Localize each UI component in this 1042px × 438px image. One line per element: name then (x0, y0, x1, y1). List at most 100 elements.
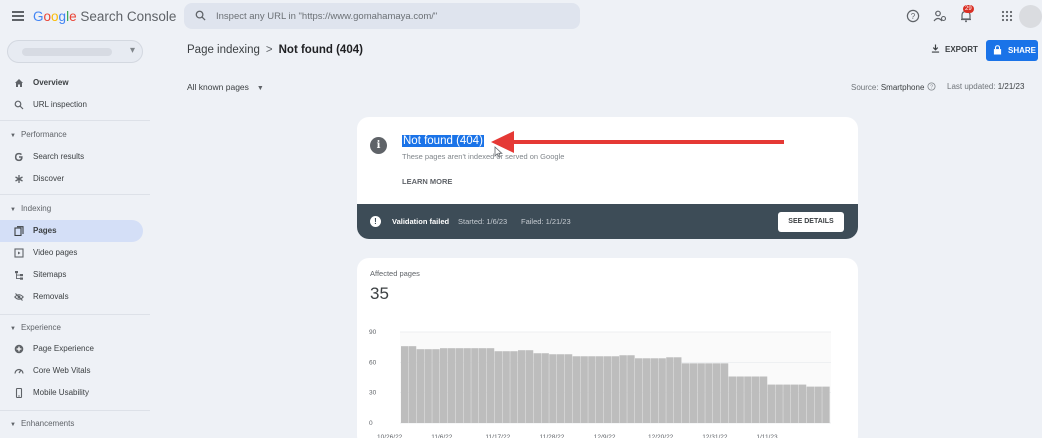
chart-bar (627, 355, 635, 423)
sidebar-item-label: Page Experience (33, 344, 94, 353)
chart-bar (440, 348, 448, 423)
see-details-button[interactable]: SEE DETAILS (778, 212, 844, 232)
chart-bar (783, 384, 791, 423)
google-g-icon (14, 152, 23, 162)
lock-icon (993, 45, 1002, 55)
sidebar-item-label: Removals (33, 292, 69, 301)
sidebar-divider (0, 314, 150, 315)
url-inspect-search[interactable] (184, 3, 580, 29)
validation-status: Validation failed (392, 217, 450, 226)
chart-bar (767, 384, 776, 423)
section-indexing[interactable]: ▼ Indexing (10, 204, 51, 213)
help-icon[interactable]: ? (927, 82, 936, 91)
home-icon (15, 79, 23, 87)
notification-badge: 29 (963, 5, 974, 13)
menu-icon[interactable] (12, 11, 24, 21)
chart-bar (401, 346, 409, 423)
section-experience[interactable]: ▼ Experience (10, 323, 61, 332)
video-page-icon (14, 248, 24, 258)
chart-bar (814, 386, 822, 423)
svg-text:?: ? (930, 85, 933, 91)
filter-selected: All known pages (187, 82, 249, 92)
sidebar-item-pages[interactable]: Pages (0, 220, 143, 242)
chart-x-tick-label: 11/6/22 (431, 434, 453, 438)
chart-bar (658, 358, 666, 423)
property-name-redacted (22, 48, 112, 56)
updated-value: 1/21/23 (997, 82, 1025, 91)
chart-y-tick-label: 90 (369, 329, 377, 336)
sidebar-item-label: Search results (33, 152, 85, 161)
chart-y-tick-label: 60 (369, 359, 377, 366)
chart-x-tick-label: 10/26/22 (377, 434, 403, 438)
share-button[interactable]: SHARE (986, 40, 1038, 61)
breadcrumb-parent[interactable]: Page indexing (187, 44, 260, 56)
svg-text:?: ? (911, 12, 916, 21)
chart-bar (494, 351, 503, 423)
pages-filter-dropdown[interactable]: All known pages ▼ (187, 82, 264, 92)
sidebar-item-label: Discover (33, 174, 65, 183)
sidebar-item-label: Sitemaps (33, 270, 67, 279)
breadcrumb: Page indexing > Not found (404) (187, 44, 363, 56)
affected-pages-card: Affected pages 35 90 60 30 0 10/26/22 11/6/22… (357, 258, 858, 438)
section-title: Enhancements (20, 419, 75, 428)
source-info: Source: Smartphone ? (851, 82, 936, 92)
source-label: Source: (851, 83, 879, 92)
help-icon[interactable]: ? (906, 9, 920, 23)
affected-pages-chart: 90 60 30 0 10/26/22 11/6/22 11/17/22 11/28/22 12… (369, 329, 831, 438)
app-logo[interactable]: Google Search Console (33, 9, 176, 24)
validation-failed-date: Failed: 1/21/23 (521, 217, 571, 226)
sidebar-item-label: Mobile Usability (33, 388, 90, 397)
phone-icon (15, 388, 23, 398)
issue-title: Not found (404) (402, 135, 484, 147)
sidebar-item-url-inspection[interactable]: URL inspection (0, 94, 143, 116)
sidebar-item-label: Overview (33, 78, 69, 87)
sidebar-item-video-pages[interactable]: Video pages (0, 242, 143, 264)
chart-bar (432, 349, 440, 423)
chart-bar (642, 358, 651, 423)
sidebar-item-core-web-vitals[interactable]: Core Web Vitals (0, 360, 143, 382)
source-value: Smartphone (880, 83, 925, 92)
sidebar-divider (0, 120, 150, 121)
chart-y-tick-label: 30 (369, 390, 377, 397)
chart-bar (518, 350, 526, 423)
chart-x-tick-label: 11/17/22 (485, 434, 510, 438)
learn-more-link[interactable]: LEARN MORE (402, 177, 452, 186)
sidebar-item-label: Core Web Vitals (33, 366, 91, 375)
caret-down-icon: ▼ (256, 85, 264, 92)
avatar[interactable] (1019, 5, 1042, 28)
search-input[interactable] (216, 7, 566, 25)
breadcrumb-separator: > (265, 44, 273, 56)
chart-bar (580, 356, 588, 423)
chart-bar (479, 348, 487, 423)
sidebar-item-discover[interactable]: Discover (0, 168, 143, 190)
chart-bar (525, 350, 534, 423)
property-selector[interactable]: ▾ (7, 40, 143, 63)
section-performance[interactable]: ▼ Performance (10, 130, 67, 139)
validation-status-bar: ! Validation failed Started: 1/6/23 Fail… (357, 204, 858, 239)
sidebar-item-mobile-usability[interactable]: Mobile Usability (0, 382, 143, 404)
chart-bar (588, 356, 596, 423)
chart-bar (720, 363, 729, 423)
chart-bar (502, 351, 510, 423)
chart-bar (635, 358, 643, 423)
export-button[interactable]: EXPORT (931, 44, 978, 54)
last-updated: Last updated: 1/21/23 (947, 82, 1024, 91)
section-title: Indexing (20, 204, 52, 213)
top-bar: Google Search Console ? 29 (0, 0, 1042, 34)
alert-icon: ! (370, 216, 381, 227)
sidebar-item-page-experience[interactable]: Page Experience (0, 338, 143, 360)
chart-bar (447, 348, 456, 423)
manage-users-icon[interactable] (933, 9, 947, 23)
chart-x-tick-label: 12/9/22 (594, 434, 616, 438)
apps-grid-icon[interactable] (1000, 9, 1014, 23)
chart-bar (728, 376, 737, 423)
sidebar-item-search-results[interactable]: Search results (0, 146, 143, 168)
chart-bar (689, 363, 698, 423)
sidebar-item-overview[interactable]: Overview (0, 72, 143, 94)
sidebar-item-removals[interactable]: Removals (0, 286, 143, 308)
section-enhancements[interactable]: ▼ Enhancements (10, 419, 74, 428)
gauge-icon (14, 368, 24, 374)
chart-bar (416, 349, 425, 423)
sidebar-item-sitemaps[interactable]: Sitemaps (0, 264, 143, 286)
sidebar-item-label: Video pages (33, 248, 78, 257)
